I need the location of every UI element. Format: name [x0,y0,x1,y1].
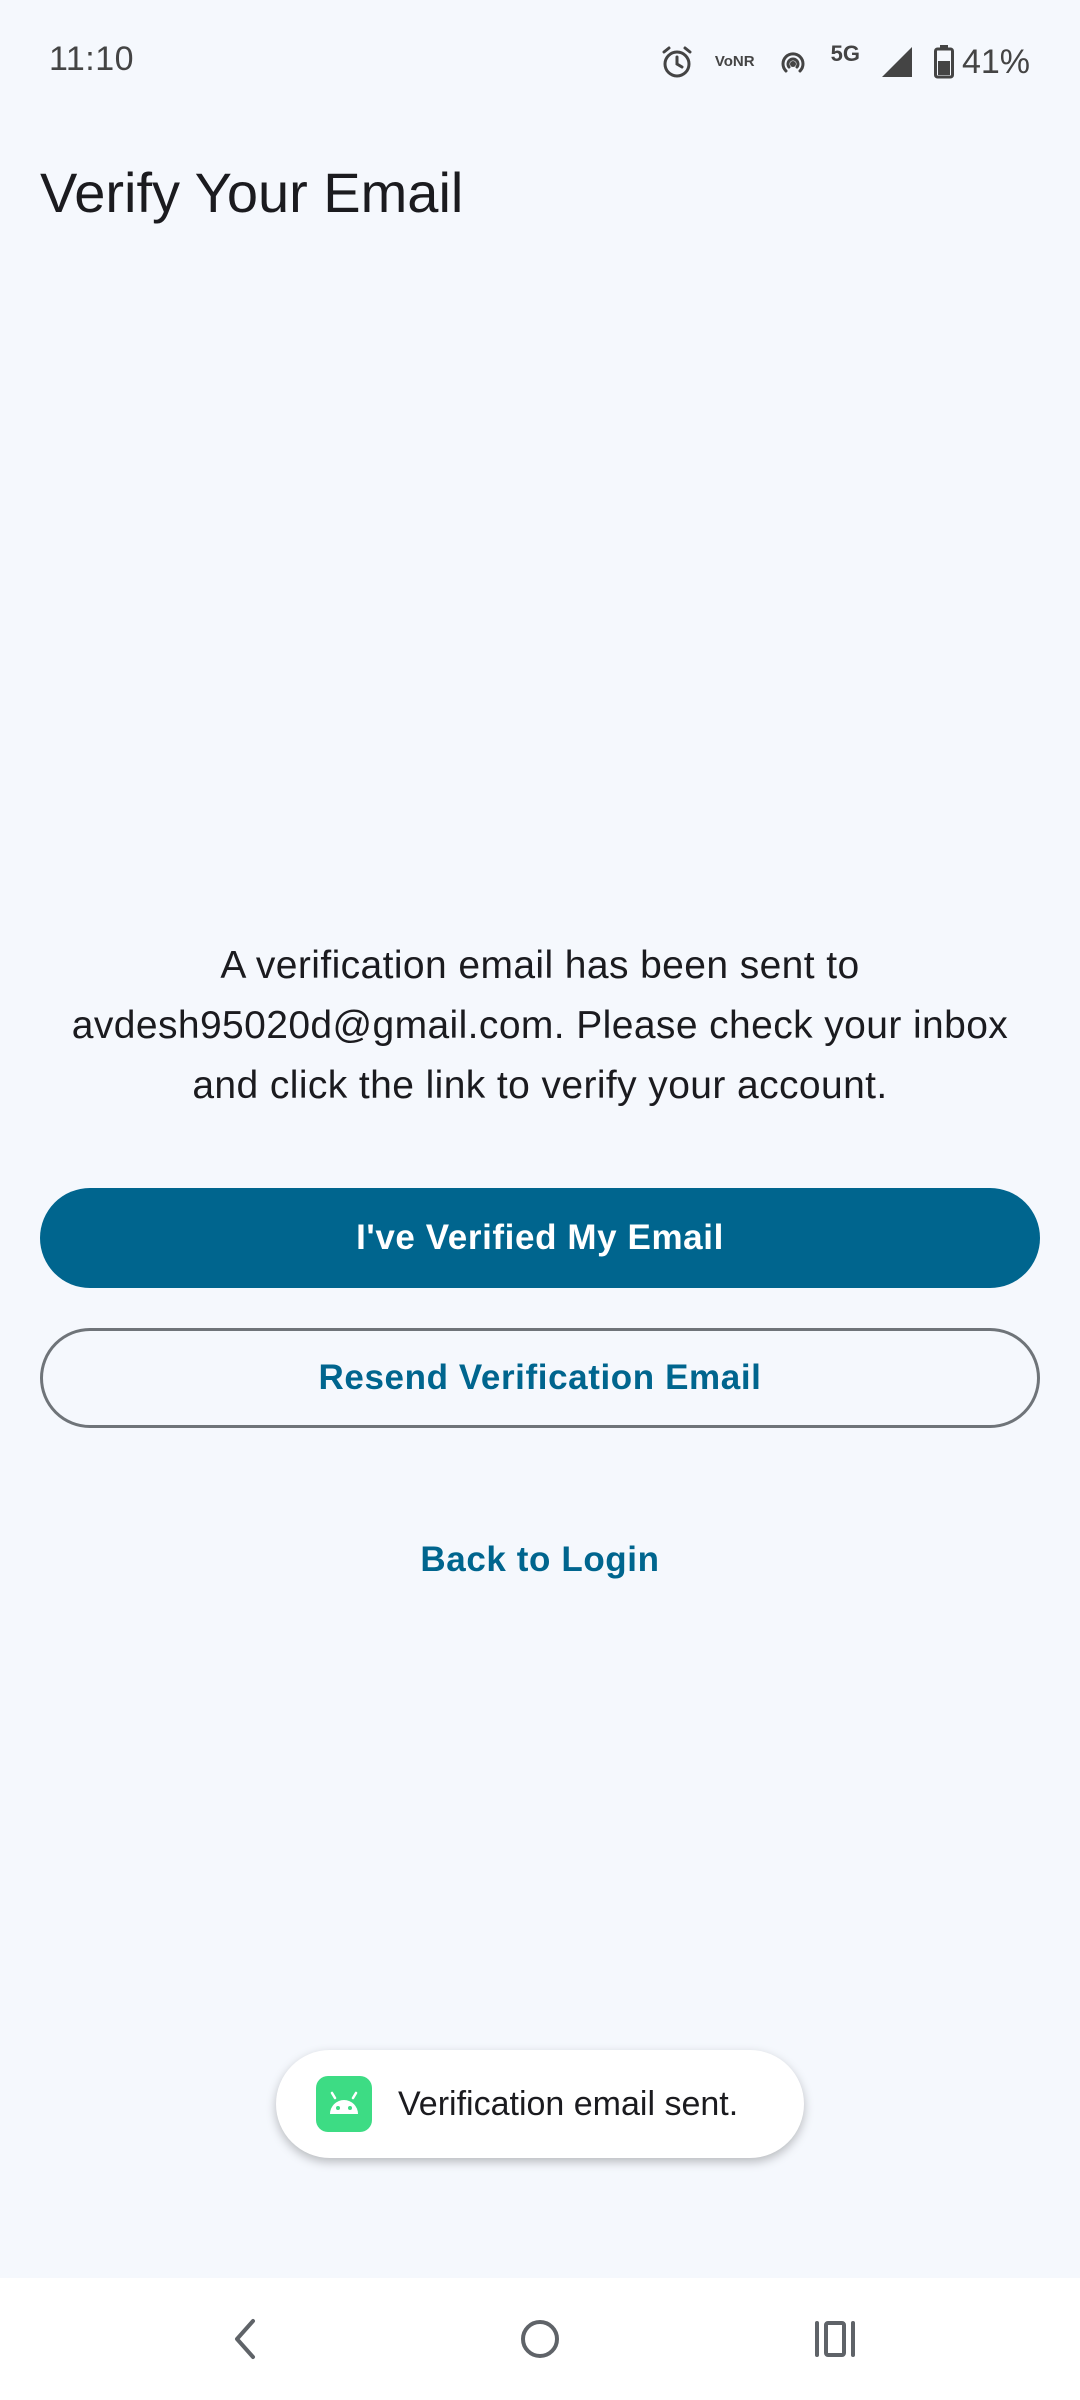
vonr-line2: NR [732,53,755,70]
verification-message: A verification email has been sent to av… [71,944,1009,1107]
5g-icon: 5G [831,41,860,75]
toast: Verification email sent. [276,2050,804,2158]
status-bar: 11:10 Vo NR 5G 41% [0,0,1080,120]
verified-email-label: I've Verified My Email [356,1218,724,1257]
back-to-login-link[interactable]: Back to Login [340,1520,740,1600]
home-icon[interactable] [500,2304,580,2374]
back-icon[interactable] [205,2304,285,2374]
android-app-icon [316,2076,372,2132]
verified-email-button[interactable]: I've Verified My Email [40,1188,1040,1288]
network-type: 5G [830,41,860,66]
vonr-line1: Vo [714,53,733,70]
battery-percent: 41% [961,42,1030,81]
battery-icon [933,45,954,79]
status-icons: Vo NR 5G 41% [659,38,1030,86]
resend-verification-button[interactable]: Resend Verification Email [40,1328,1040,1428]
hotspot-icon [775,44,811,80]
back-to-login-label: Back to Login [420,1540,660,1579]
toast-text: Verification email sent. [398,2084,739,2123]
status-time: 11:10 [49,40,135,78]
resend-verification-label: Resend Verification Email [318,1358,762,1397]
vonr-icon: Vo NR [715,54,755,70]
page-title: Verify Your Email [40,161,464,224]
recents-icon[interactable] [795,2304,875,2374]
alarm-icon [659,44,695,80]
system-nav-bar [0,2278,1080,2400]
signal-icon [880,45,914,79]
